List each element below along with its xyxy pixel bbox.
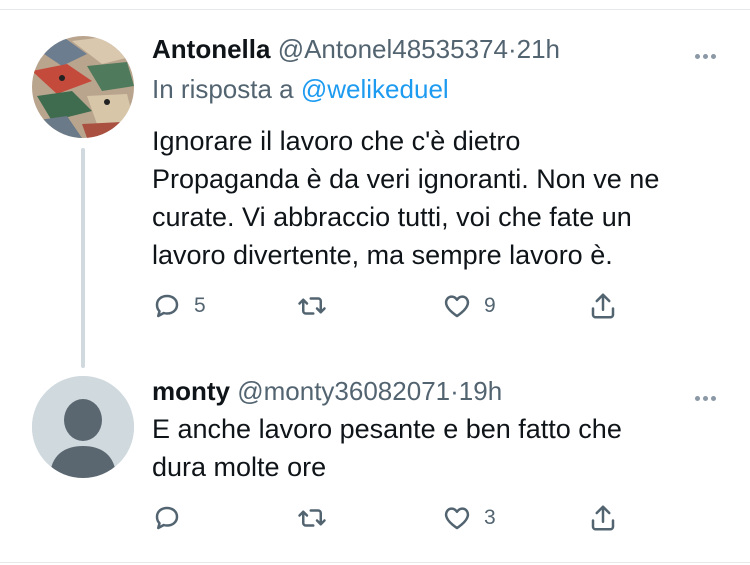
user-handle[interactable]: @Antonel48535374 (278, 34, 508, 64)
display-name[interactable]: monty (152, 376, 230, 406)
heart-icon (444, 295, 470, 318)
retweet-icon (298, 509, 326, 527)
like-count: 9 (484, 294, 496, 317)
like-button[interactable]: 3 (442, 498, 496, 538)
retweet-button[interactable] (297, 286, 339, 326)
tweet-text: Ignorare il lavoro che c'è dietro Propag… (152, 122, 722, 274)
tweet-text: E anche lavoro pesante e ben fatto che d… (152, 410, 722, 486)
tweet[interactable]: Antonella @Antonel48535374·21h In rispos… (0, 24, 750, 368)
reply-icon (155, 294, 179, 318)
tweet[interactable]: monty @monty36082071·19h E anche lavoro … (0, 370, 750, 560)
retweet-button[interactable] (297, 498, 339, 538)
timestamp[interactable]: 21h (517, 34, 560, 64)
reply-count: 5 (194, 294, 206, 317)
separator: · (450, 376, 459, 406)
tweet-header: monty @monty36082071·19h (152, 374, 502, 408)
top-divider (0, 9, 750, 10)
like-count: 3 (484, 506, 496, 529)
separator: · (507, 34, 517, 64)
retweet-icon (298, 297, 326, 315)
share-icon (591, 505, 615, 531)
avatar[interactable] (32, 36, 134, 138)
tweet-text-line: lavoro divertente, ma sempre lavoro è. (152, 240, 613, 270)
more-icon[interactable] (692, 46, 716, 64)
reply-button[interactable]: 5 (152, 286, 206, 326)
share-button[interactable] (588, 498, 618, 538)
thread-line (81, 148, 85, 368)
share-icon (591, 293, 615, 319)
reply-mention-link[interactable]: @welikeduel (301, 74, 449, 104)
reply-prefix: In risposta a (152, 74, 294, 104)
tweet-text-line: E anche lavoro pesante e ben fatto che (152, 414, 622, 444)
action-bar: 3 (152, 498, 632, 538)
timestamp[interactable]: 19h (459, 376, 502, 406)
user-handle[interactable]: @monty36082071 (237, 376, 450, 406)
default-avatar-icon (32, 376, 134, 478)
display-name[interactable]: Antonella (152, 34, 270, 64)
reply-button[interactable] (152, 498, 194, 538)
reply-icon (155, 506, 179, 530)
like-button[interactable]: 9 (442, 286, 496, 326)
avatar[interactable] (32, 376, 134, 478)
action-bar: 5 9 (152, 286, 632, 326)
avatar-image-icon (32, 36, 134, 138)
more-icon[interactable] (692, 388, 716, 406)
tweet-text-line: Ignorare il lavoro che c'è dietro (152, 126, 521, 156)
heart-icon (444, 507, 470, 530)
tweet-text-line: Propaganda è da veri ignoranti. Non ve n… (152, 164, 660, 194)
tweet-text-line: dura molte ore (152, 452, 327, 482)
tweet-header: Antonella @Antonel48535374·21h (152, 32, 560, 66)
bottom-divider (0, 562, 750, 563)
share-button[interactable] (588, 286, 618, 326)
reply-context: In risposta a @welikeduel (152, 72, 449, 106)
tweet-text-line: curate. Vi abbraccio tutti, voi che fate… (152, 202, 632, 232)
